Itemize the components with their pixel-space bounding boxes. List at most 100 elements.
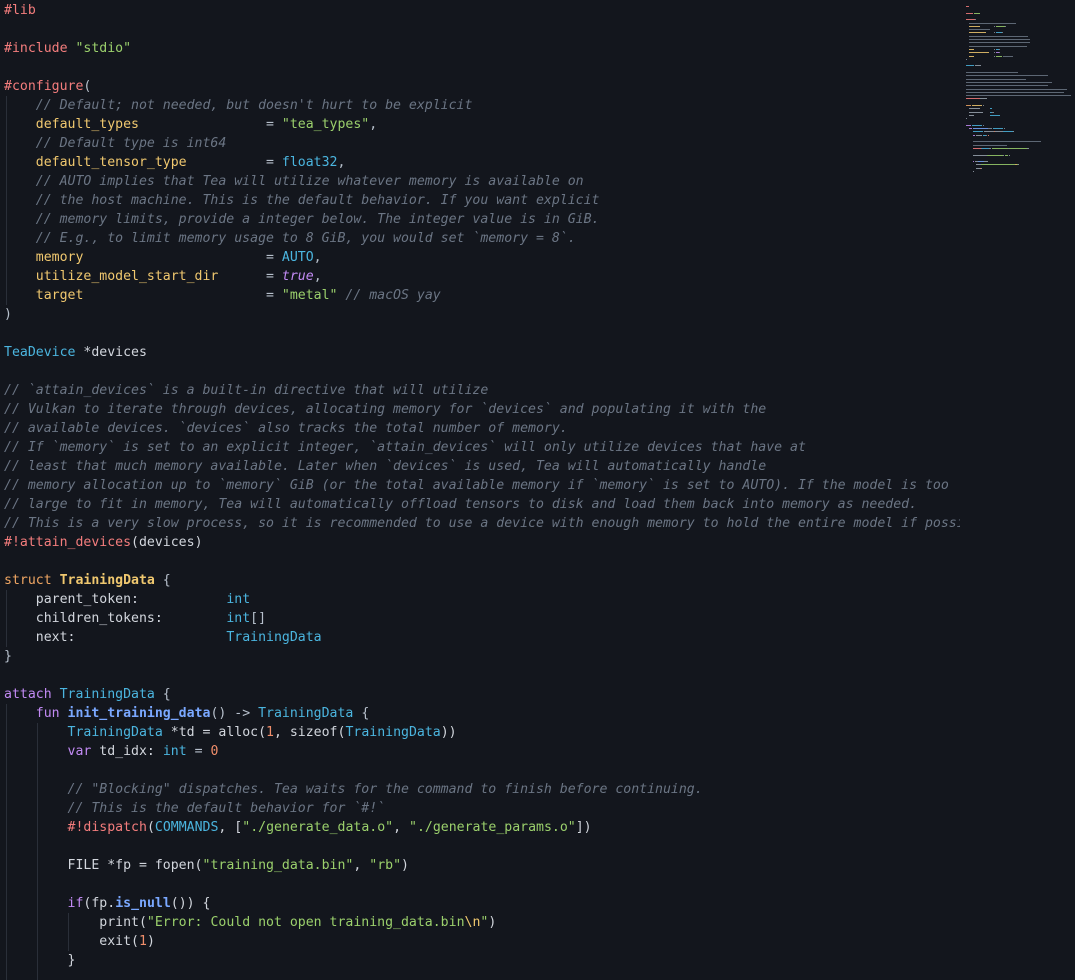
minimap-segment [969, 22, 1017, 24]
minimap-segment [969, 32, 986, 34]
code-line: // the host machine. This is the default… [4, 191, 600, 210]
minimap-segment [1005, 25, 1007, 27]
minimap-segment [981, 164, 1016, 166]
minimap-segment [1002, 131, 1013, 133]
code-line: attach TrainingData { [4, 685, 171, 704]
minimap-segment [1004, 128, 1006, 130]
code-token: float32 [281, 154, 338, 170]
code-token: #configure [4, 78, 84, 94]
code-token: ( [146, 819, 155, 835]
code-token: TrainingData [226, 629, 322, 645]
code-token: fun [35, 705, 68, 721]
minimap-segment [969, 29, 990, 31]
code-editor[interactable]: #lib #include "stdio" #configure( // Defau… [0, 0, 960, 980]
code-token: = [186, 154, 282, 170]
minimap-segment [966, 78, 1027, 80]
code-token: true [281, 268, 314, 284]
code-token: #include [4, 40, 76, 56]
minimap-segment [969, 35, 1029, 37]
code-token: (fp. [83, 895, 116, 911]
code-token: // Default; not needed, but doesn't hurt… [4, 97, 473, 113]
code-token: int [226, 610, 251, 626]
code-token: , [393, 819, 409, 835]
code-token: next: [4, 629, 227, 645]
minimap-segment [969, 25, 981, 27]
code-token: int [226, 591, 251, 607]
code-token: { [353, 705, 370, 721]
code-token: td_idx: [99, 743, 163, 759]
code-line: #include "stdio" [4, 39, 131, 58]
minimap-segment [966, 124, 972, 126]
minimap-segment [969, 42, 1030, 44]
minimap-segment [966, 95, 1072, 97]
code-line: #!attain_devices(devices) [4, 533, 203, 552]
code-line: // AUTO implies that Tea will utilize wh… [4, 172, 584, 191]
code-token: FILE *fp = fopen( [4, 857, 203, 873]
minimap-segment [969, 114, 974, 116]
code-token: // least that much memory available. Lat… [4, 458, 767, 474]
minimap-segment [971, 124, 983, 126]
code-line: } [4, 951, 76, 970]
code-token: // This is a very slow process, so it is… [4, 515, 960, 531]
minimap-segment [991, 147, 1008, 149]
minimap-segment [972, 134, 976, 136]
minimap-segment [972, 154, 988, 156]
code-token: TrainingData [59, 686, 155, 702]
minimap-segment [966, 75, 1048, 77]
code-token: "tea_types" [281, 116, 370, 132]
minimap-segment [981, 167, 983, 169]
code-token: ()) { [170, 895, 211, 911]
code-line: // memory allocation up to `memory` GiB … [4, 476, 949, 495]
code-token: { [154, 686, 171, 702]
code-token: // large to fit in memory, Tea will auto… [4, 496, 918, 512]
code-token: "metal" [281, 287, 338, 303]
code-token: utilize_model_start_dir [35, 268, 219, 284]
code-token: = [83, 287, 282, 303]
minimap[interactable] [962, 0, 1075, 210]
code-line: fun init_training_data() -> TrainingData… [4, 704, 370, 723]
minimap-segment [976, 134, 983, 136]
code-token: init_training_data [67, 705, 211, 721]
minimap-segment [969, 108, 981, 110]
code-line: // Default type is int64 [4, 134, 227, 153]
code-token: TrainingData [258, 705, 354, 721]
code-token: TrainingData [345, 724, 441, 740]
minimap-segment [983, 105, 984, 106]
code-token: 0 [210, 743, 219, 759]
code-token: print( [4, 914, 147, 930]
minimap-segment [969, 111, 983, 113]
code-token: = [138, 116, 282, 132]
code-line: // "Blocking" dispatches. Tea waits for … [4, 780, 703, 799]
minimap-segment [969, 48, 975, 50]
minimap-segment [1027, 147, 1029, 149]
code-token: "Error: Could not open training_data.bin [146, 914, 465, 930]
minimap-segment [989, 108, 993, 110]
code-token: () -> [210, 705, 259, 721]
code-token: } [4, 648, 12, 664]
code-token: ) [401, 857, 409, 873]
minimap-segment [1002, 55, 1013, 57]
code-token: ) [488, 914, 497, 930]
code-token: { [154, 572, 171, 588]
minimap-segment [966, 65, 974, 67]
code-token: *devices [75, 344, 147, 360]
code-line: // least that much memory available. Lat… [4, 457, 766, 476]
minimap-segment [966, 12, 973, 14]
minimap-segment [972, 144, 1007, 146]
minimap-segment [966, 91, 1064, 93]
code-token: 1 [138, 933, 147, 949]
minimap-segment [1017, 164, 1019, 166]
minimap-segment [999, 48, 1001, 50]
minimap-segment [966, 19, 975, 21]
code-token: #!attain_devices [4, 534, 132, 550]
code-token: COMMANDS [154, 819, 219, 835]
minimap-segment [988, 134, 990, 136]
code-line: TrainingData *td = alloc(1, sizeof(Train… [4, 723, 457, 742]
